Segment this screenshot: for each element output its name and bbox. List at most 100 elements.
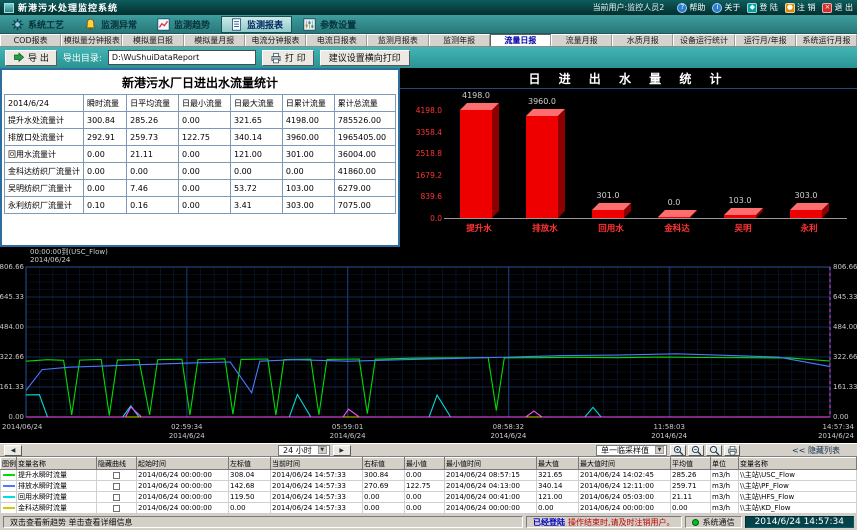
- variables-table: 图例变量名称隐藏曲线起始时间左标值当前时间右标值最小值最小值时间最大值最大值时间…: [0, 457, 857, 514]
- zoom-reset-button[interactable]: [706, 445, 722, 456]
- login-button[interactable]: ◆登 陆: [747, 2, 778, 13]
- daily-volume-chart-panel: 日 进 出 水 量 统 计 0.0839.61679.22518.83358.4…: [400, 68, 857, 247]
- svg-text:322.66: 322.66: [0, 353, 25, 361]
- bar-category-5: 永利: [776, 222, 842, 234]
- flow-cell: 0.00: [84, 180, 127, 197]
- sample-mode-select[interactable]: 单一临采样值 ▼: [596, 445, 667, 456]
- curve-legend-swatch: [3, 496, 15, 498]
- export-button[interactable]: 导 出: [5, 50, 57, 66]
- menu-item-0[interactable]: 系统工艺: [2, 16, 73, 33]
- app-window: 新港污水处理监控系统 当前用户:监控人员2 ?帮助i关于◆登 陆●注 销×退 出…: [0, 0, 857, 530]
- report-tab-9[interactable]: 流量月报: [551, 34, 612, 46]
- main-area: 新港污水厂日进出水流量统计 2014/6/24瞬时流量日平均流量日最小流量日最大…: [0, 68, 857, 247]
- var-cell: 2014/06/24 00:00:00: [137, 503, 229, 514]
- var-cell: m3/h: [711, 492, 739, 503]
- current-user-label: 当前用户:监控人员2: [593, 2, 665, 13]
- flow-cell: 0.00: [179, 112, 231, 129]
- menu-item-4[interactable]: 参数设置: [294, 16, 365, 33]
- report-tab-3[interactable]: 模拟量月报: [184, 34, 245, 46]
- var-cell: 2014/06/24 12:11:00: [579, 481, 671, 492]
- bar-ytick-1: 839.6: [400, 192, 442, 201]
- var-cell: 321.65: [537, 470, 579, 481]
- bar-chart-baseline: [444, 218, 847, 219]
- zoom-out-button[interactable]: [688, 445, 704, 456]
- svg-text:484.00: 484.00: [0, 323, 24, 331]
- flow-cell: 303.00: [282, 197, 334, 214]
- bar-value-5: 303.0: [774, 191, 838, 200]
- trend-plot[interactable]: 806.66806.66645.33645.33484.00484.00322.…: [0, 247, 857, 443]
- about-button[interactable]: i关于: [712, 2, 740, 13]
- flow-column-header: 日平均流量: [127, 95, 179, 112]
- print-button-label: 打 印: [285, 51, 306, 64]
- report-tab-0[interactable]: COD报表: [0, 34, 61, 46]
- export-icon: [13, 52, 25, 64]
- report-tab-7[interactable]: 监测年报: [429, 34, 490, 46]
- about-label: 关于: [724, 2, 740, 13]
- flow-cell: 0.00: [179, 180, 231, 197]
- print-button[interactable]: 打 印: [262, 50, 314, 66]
- bar-chart-plot: 0.0839.61679.22518.83358.44198.04198.0提升…: [400, 86, 857, 247]
- flow-cell: 121.00: [230, 146, 282, 163]
- menu-item-1[interactable]: 监测异常: [75, 16, 146, 33]
- report-tab-11[interactable]: 设备运行统计: [673, 34, 734, 46]
- bar-5: [790, 210, 822, 218]
- hide-curve-checkbox-1[interactable]: [113, 483, 120, 490]
- logoff-label: 注 销: [797, 2, 816, 13]
- report-tab-6[interactable]: 监测月报表: [367, 34, 428, 46]
- logoff-button[interactable]: ●注 销: [785, 2, 816, 13]
- var-cell: 2014/06/24 14:02:45: [579, 470, 671, 481]
- zoom-in-button[interactable]: [670, 445, 686, 456]
- print-hint-label: 建议设置横向打印: [320, 50, 410, 66]
- help-label: 帮助: [689, 2, 705, 13]
- svg-text:0.00: 0.00: [8, 413, 24, 421]
- exit-button[interactable]: ×退 出: [822, 2, 853, 13]
- report-tab-10[interactable]: 水质月报: [612, 34, 673, 46]
- flow-row-header: 排放口处流量计: [5, 129, 84, 146]
- var-cell: \\主站\HFS_Flow: [739, 492, 857, 503]
- var-cell: 2014/06/24 05:03:00: [579, 492, 671, 503]
- flow-cell: 301.00: [282, 146, 334, 163]
- bar-3: [658, 217, 690, 218]
- var-name-cell: 金科达瞬时流量: [17, 503, 97, 514]
- hide-curve-checkbox-0[interactable]: [113, 472, 120, 479]
- hide-curve-checkbox-2[interactable]: [113, 494, 120, 501]
- flow-cell: 3960.00: [282, 129, 334, 146]
- export-dir-input[interactable]: [108, 50, 256, 65]
- bar-side-1: [558, 109, 565, 218]
- var-cell: 285.26: [671, 470, 711, 481]
- bar-side-0: [492, 103, 499, 218]
- report-tab-2[interactable]: 模拟量日报: [122, 34, 183, 46]
- time-range-select[interactable]: 24 小时 ▼: [278, 445, 330, 456]
- var-name-cell: 排放水瞬时流量: [17, 481, 97, 492]
- svg-text:2014/6/24: 2014/6/24: [330, 432, 366, 440]
- menu-item-2[interactable]: 监测趋势: [148, 16, 219, 33]
- report-tab-4[interactable]: 电流分钟报表: [245, 34, 306, 46]
- trend-cursor-line2: 2014/06/24: [30, 256, 108, 264]
- svg-text:05:59:01: 05:59:01: [332, 423, 363, 431]
- print-trend-button[interactable]: [724, 445, 740, 456]
- report-tab-13[interactable]: 系统运行月报: [796, 34, 857, 46]
- report-tab-1[interactable]: 模拟量分钟报表: [61, 34, 122, 46]
- report-tab-8[interactable]: 流量日报: [490, 34, 551, 46]
- scroll-left-button[interactable]: ◀: [4, 445, 22, 456]
- flow-cell: 0.00: [127, 163, 179, 180]
- help-button[interactable]: ?帮助: [677, 2, 705, 13]
- curve-legend-swatch: [3, 507, 15, 509]
- svg-text:11:58:03: 11:58:03: [653, 423, 684, 431]
- login-notice-rest: 操作结束时,请及时注销用户。: [568, 517, 675, 528]
- exit-label: 退 出: [834, 2, 853, 13]
- flow-table-date: 2014/6/24: [5, 95, 84, 112]
- var-column-header: 变量名称: [739, 458, 857, 470]
- bar-ytick-2: 1679.2: [400, 171, 442, 180]
- time-range-value: 24 小时: [283, 445, 312, 456]
- comm-status: 系统通信: [685, 516, 742, 528]
- printer-icon: [270, 52, 282, 64]
- scroll-right-button[interactable]: ▶: [333, 445, 351, 456]
- help-icon: ?: [677, 3, 687, 13]
- report-tab-5[interactable]: 电流日报表: [306, 34, 367, 46]
- hide-curve-checkbox-3[interactable]: [113, 505, 120, 512]
- menu-item-label: 监测报表: [247, 18, 283, 31]
- report-tab-12[interactable]: 运行月/年报: [735, 34, 796, 46]
- menu-item-3[interactable]: 监测报表: [221, 16, 292, 33]
- hide-list-button[interactable]: << 隐藏列表: [792, 445, 840, 456]
